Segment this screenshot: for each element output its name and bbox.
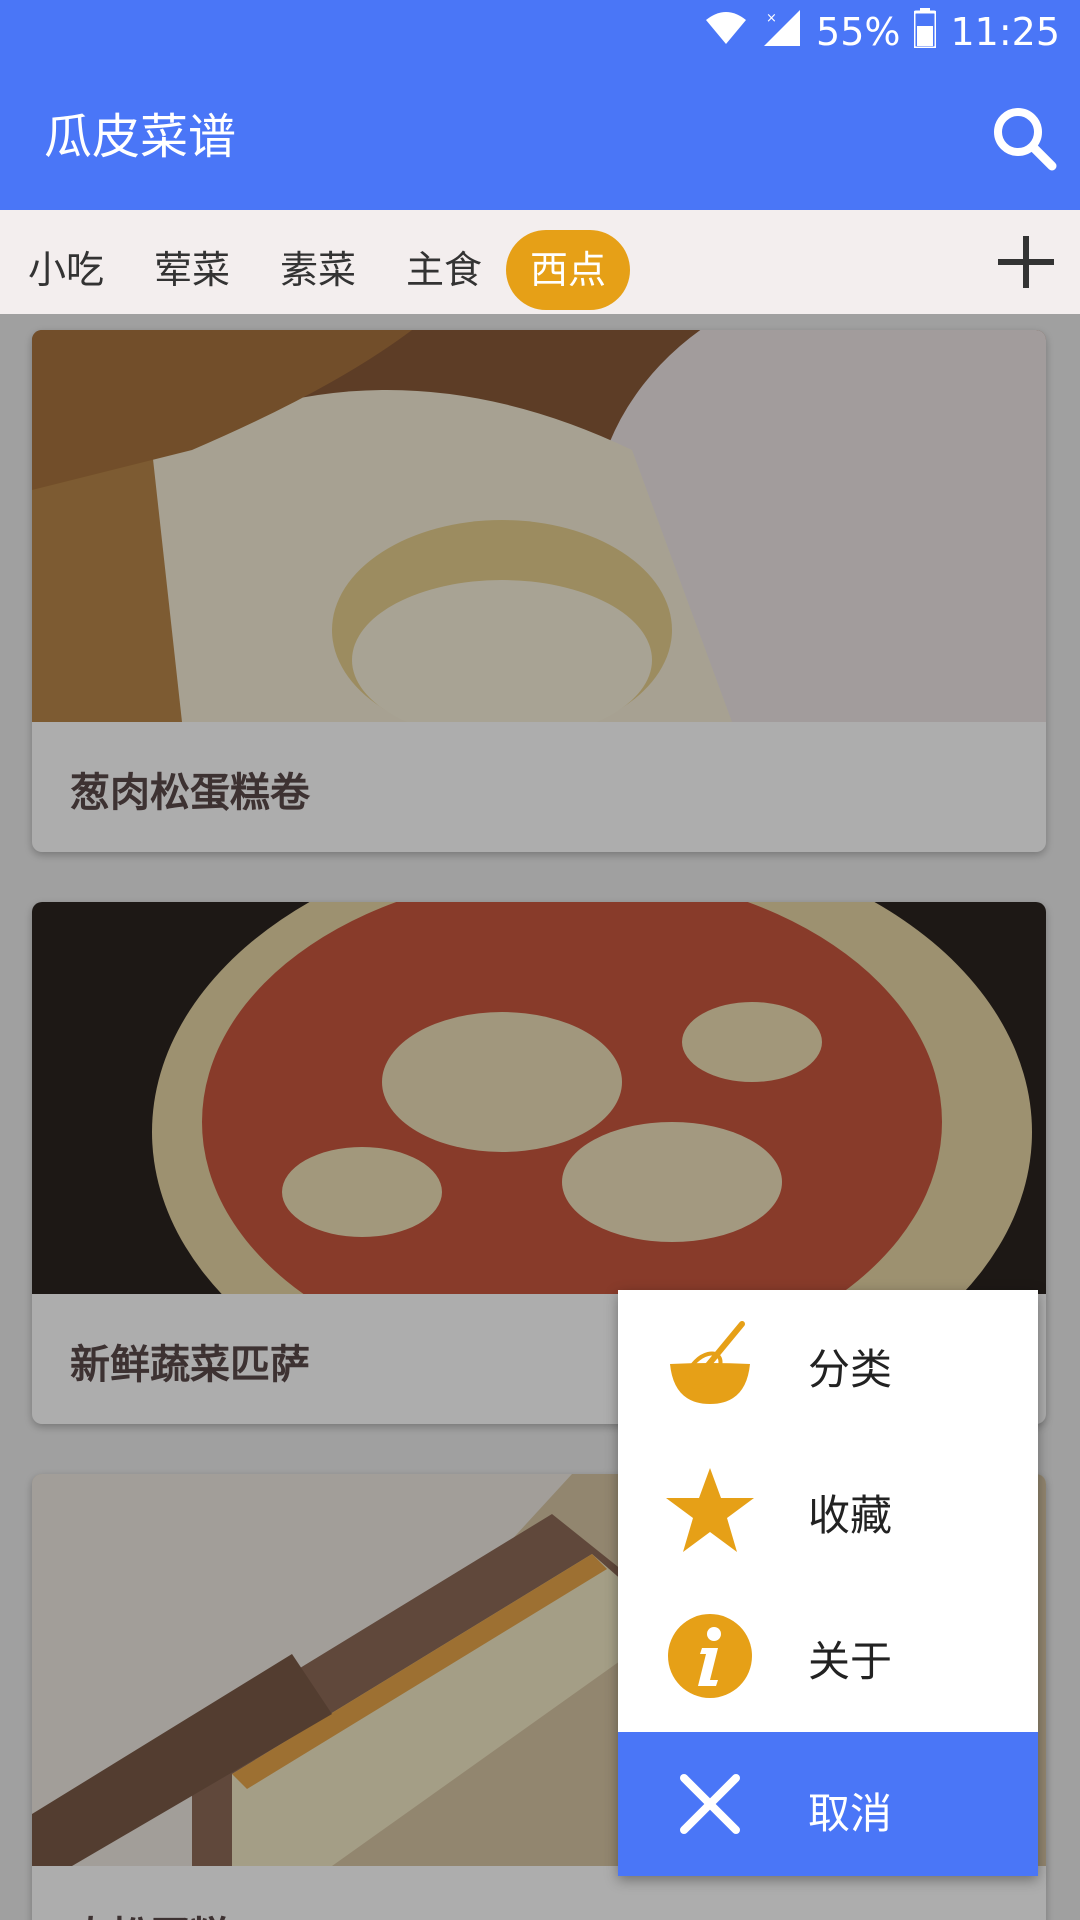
add-category-button[interactable] bbox=[986, 230, 1066, 294]
battery-icon bbox=[912, 7, 938, 57]
category-tabs: 小吃 荤菜 素菜 主食 西点 bbox=[0, 210, 1080, 314]
search-button[interactable] bbox=[988, 102, 1060, 174]
star-icon bbox=[666, 1468, 754, 1552]
wifi-icon bbox=[704, 10, 748, 55]
menu-item-favorites[interactable]: 收藏 bbox=[618, 1436, 1038, 1582]
tab-snacks[interactable]: 小吃 bbox=[4, 230, 128, 310]
tab-vegetable-dishes[interactable]: 素菜 bbox=[256, 230, 380, 310]
tab-western-pastry[interactable]: 西点 bbox=[506, 230, 631, 310]
popup-menu: 分类 收藏 关于 取消 bbox=[618, 1290, 1038, 1876]
search-icon bbox=[994, 108, 1057, 171]
menu-item-label: 分类 bbox=[808, 1345, 893, 1394]
menu-item-label: 关于 bbox=[808, 1637, 893, 1686]
clock: 11:25 bbox=[950, 10, 1060, 54]
tab-meat-dishes[interactable]: 荤菜 bbox=[130, 230, 254, 310]
app-title: 瓜皮菜谱 bbox=[44, 109, 237, 165]
battery-percent: 55% bbox=[816, 10, 901, 54]
whisk-bowl-icon bbox=[670, 1321, 750, 1404]
tab-staple-food[interactable]: 主食 bbox=[382, 230, 506, 310]
close-icon bbox=[680, 1774, 740, 1834]
cellular-signal-icon: × bbox=[762, 8, 802, 57]
menu-item-label: 收藏 bbox=[808, 1491, 893, 1540]
plus-icon bbox=[998, 236, 1054, 288]
menu-item-about[interactable]: 关于 bbox=[618, 1582, 1038, 1728]
status-bar: × 55% 11:25 bbox=[0, 0, 1080, 64]
cancel-button[interactable]: 取消 bbox=[618, 1732, 1038, 1876]
menu-item-category[interactable]: 分类 bbox=[618, 1290, 1038, 1436]
info-icon bbox=[668, 1614, 752, 1698]
cancel-label: 取消 bbox=[808, 1789, 893, 1838]
app-bar: 瓜皮菜谱 bbox=[0, 64, 1080, 210]
svg-text:×: × bbox=[766, 11, 777, 26]
